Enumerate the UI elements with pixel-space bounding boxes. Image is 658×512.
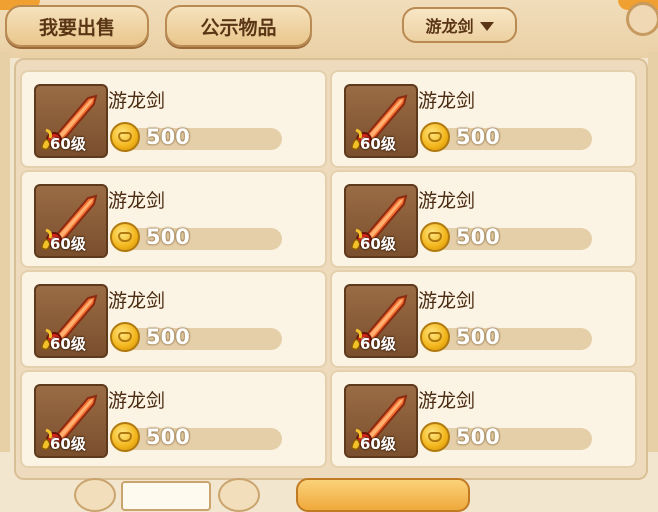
panel-edge	[648, 52, 658, 452]
gold-coin-icon	[420, 422, 450, 452]
page-input[interactable]	[121, 481, 211, 511]
item-thumbnail: 60级	[34, 384, 108, 458]
panel-edge	[0, 52, 10, 452]
item-card[interactable]: 60级 游龙剑 500	[20, 370, 327, 468]
price-bar	[120, 228, 282, 250]
item-price: 500	[146, 225, 190, 249]
item-card[interactable]: 60级 游龙剑 500	[20, 270, 327, 368]
item-thumbnail: 60级	[34, 284, 108, 358]
item-card[interactable]: 60级 游龙剑 500	[20, 70, 327, 168]
filter-selected-label: 游龙剑	[425, 17, 474, 36]
item-price: 500	[146, 425, 190, 449]
item-card[interactable]: 60级 游龙剑 500	[330, 170, 637, 268]
item-level: 60级	[50, 435, 86, 453]
price-bar	[430, 128, 592, 150]
item-level: 60级	[360, 235, 396, 253]
item-thumbnail: 60级	[344, 184, 418, 258]
item-level: 60级	[50, 335, 86, 353]
price-bar	[430, 228, 592, 250]
item-name: 游龙剑	[418, 390, 476, 412]
item-price: 500	[456, 425, 500, 449]
gold-coin-icon	[420, 122, 450, 152]
item-name: 游龙剑	[418, 290, 476, 312]
item-name: 游龙剑	[418, 190, 476, 212]
item-name: 游龙剑	[108, 290, 166, 312]
price-bar	[120, 128, 282, 150]
item-level: 60级	[360, 335, 396, 353]
gold-coin-icon	[420, 322, 450, 352]
price-bar	[120, 328, 282, 350]
item-price: 500	[456, 325, 500, 349]
item-thumbnail: 60级	[344, 284, 418, 358]
tab-public-items[interactable]: 公示物品	[165, 5, 312, 47]
item-card[interactable]: 60级 游龙剑 500	[20, 170, 327, 268]
price-bar	[430, 428, 592, 450]
item-thumbnail: 60级	[344, 384, 418, 458]
item-thumbnail: 60级	[344, 84, 418, 158]
gold-coin-icon	[420, 222, 450, 252]
gold-coin-icon	[110, 122, 140, 152]
item-filter-dropdown[interactable]: 游龙剑	[402, 7, 517, 43]
item-level: 60级	[360, 435, 396, 453]
item-card[interactable]: 60级 游龙剑 500	[330, 370, 637, 468]
prev-page-button[interactable]	[74, 478, 116, 512]
item-price: 500	[456, 125, 500, 149]
item-name: 游龙剑	[108, 190, 166, 212]
caret-down-icon	[479, 21, 494, 31]
item-price: 500	[146, 325, 190, 349]
background-decoration	[520, 2, 630, 42]
item-name: 游龙剑	[108, 90, 166, 112]
item-name: 游龙剑	[418, 90, 476, 112]
next-page-button[interactable]	[218, 478, 260, 512]
gold-coin-icon	[110, 322, 140, 352]
item-card[interactable]: 60级 游龙剑 500	[330, 270, 637, 368]
item-level: 60级	[360, 135, 396, 153]
gold-coin-icon	[110, 222, 140, 252]
corner-ornament	[626, 2, 658, 36]
item-card[interactable]: 60级 游龙剑 500	[330, 70, 637, 168]
item-price: 500	[146, 125, 190, 149]
item-level: 60级	[50, 135, 86, 153]
item-name: 游龙剑	[108, 390, 166, 412]
item-price: 500	[456, 225, 500, 249]
price-bar	[120, 428, 282, 450]
gold-coin-icon	[110, 422, 140, 452]
item-level: 60级	[50, 235, 86, 253]
item-thumbnail: 60级	[34, 184, 108, 258]
price-bar	[430, 328, 592, 350]
tab-sell[interactable]: 我要出售	[5, 5, 149, 47]
item-thumbnail: 60级	[34, 84, 108, 158]
purchase-button[interactable]	[296, 478, 470, 512]
